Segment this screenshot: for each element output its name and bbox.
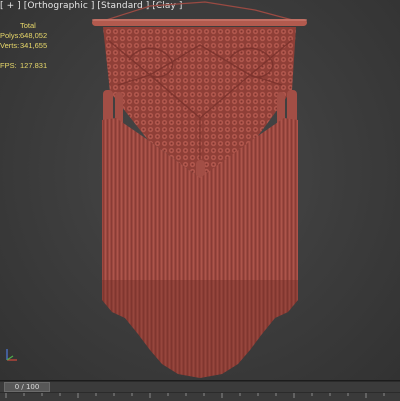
macrame-wall-hanging-model[interactable] xyxy=(0,0,400,380)
xyz-axis-gizmo-icon xyxy=(6,349,17,361)
viewport[interactable]: [ + ] [Orthographic ] [Standard ] [Clay … xyxy=(0,0,400,380)
time-slider-thumb[interactable]: 0 / 100 xyxy=(4,382,50,392)
time-slider-bar: 0 / 100 xyxy=(0,380,400,401)
time-slider-track[interactable]: 0 / 100 xyxy=(0,382,400,392)
